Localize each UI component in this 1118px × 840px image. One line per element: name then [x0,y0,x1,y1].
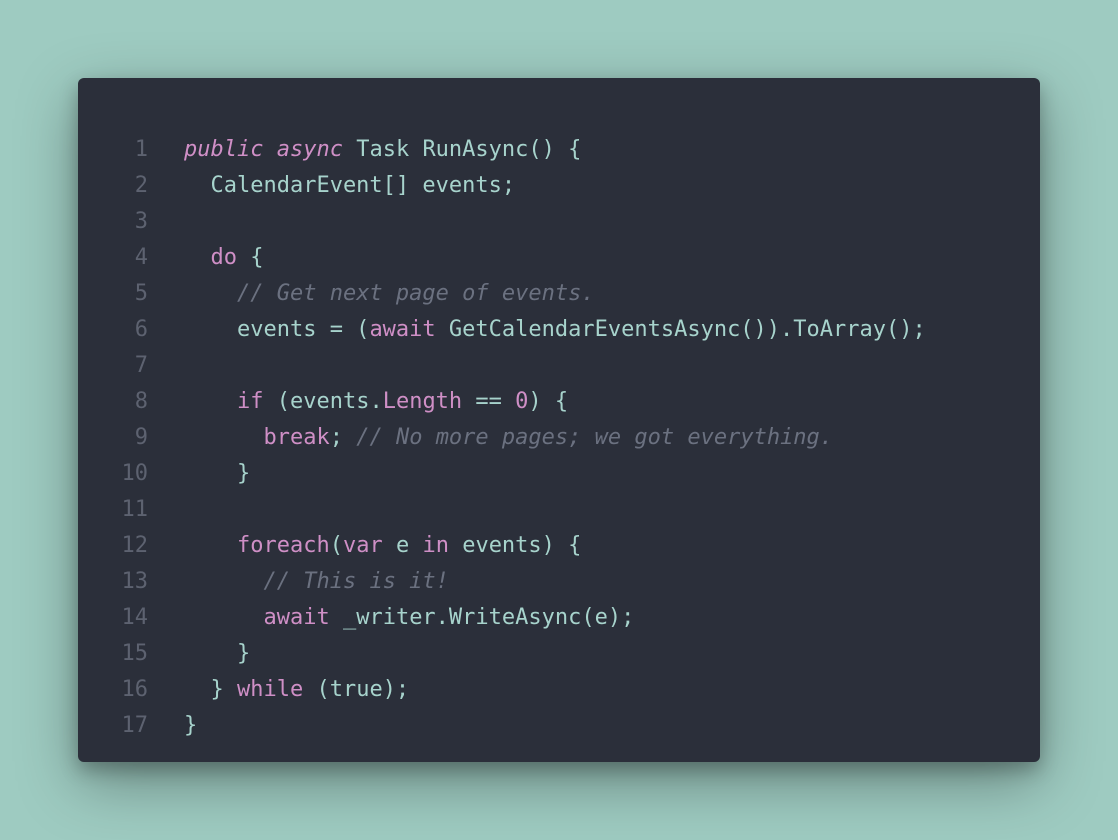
code-line: 7 [78,348,1040,384]
code-line: 4 do { [78,240,1040,276]
line-number: 12 [121,533,149,558]
code-token: // No more pages; we got everything. [356,425,834,450]
code-token: events) { [448,533,582,558]
code-token: } [184,461,251,486]
line-source: } [184,636,250,672]
line-source: foreach(var e in events) { [184,528,581,564]
line-number: 17 [121,713,149,738]
code-token: events = ( [184,317,370,342]
code-token: var [342,533,383,558]
code-token: GetCalendarEventsAsync()).ToArray(); [435,317,926,342]
line-number: 5 [134,281,148,306]
code-line: 12 foreach(var e in events) { [78,528,1040,564]
line-number: 7 [134,353,148,378]
code-token: await [369,317,436,342]
code-token: while [236,677,304,702]
code-token: async [276,137,343,162]
line-number: 3 [134,209,148,234]
line-number: 2 [134,173,148,198]
code-line: 16 } while (true); [78,672,1040,708]
line-number: 6 [134,317,148,342]
code-token: (events. [263,389,383,414]
line-source: events = (await GetCalendarEventsAsync()… [184,312,926,348]
code-line: 11 [78,492,1040,528]
code-token: Length [382,389,463,414]
line-number: 14 [121,605,149,630]
code-token: foreach [236,533,330,558]
code-line: 6 events = (await GetCalendarEventsAsync… [78,312,1040,348]
line-source: break; // No more pages; we got everythi… [184,420,833,456]
code-token: Task RunAsync() { [342,137,582,162]
line-source: if (events.Length == 0) { [184,384,568,420]
code-line: 9 break; // No more pages; we got everyt… [78,420,1040,456]
line-source: do { [184,240,264,276]
code-line: 15 } [78,636,1040,672]
code-token: do [210,245,238,270]
line-number: 13 [121,569,149,594]
line-number: 9 [134,425,148,450]
code-token: if [236,389,264,414]
code-token: public [184,137,264,162]
line-number: 15 [121,641,149,666]
line-source: } [184,708,197,744]
line-source: await _writer.WriteAsync(e); [184,600,634,636]
code-line: 5 // Get next page of events. [78,276,1040,312]
code-token: CalendarEvent[] events; [184,173,516,198]
code-token: } [184,677,237,702]
code-line: 14 await _writer.WriteAsync(e); [78,600,1040,636]
line-source: // Get next page of events. [184,276,595,312]
code-token: // This is it! [263,569,449,594]
code-token: } [184,641,251,666]
code-line: 10 } [78,456,1040,492]
code-window: 1 public async Task RunAsync() {2 Calenda… [78,78,1040,762]
code-token: // Get next page of events. [236,281,595,306]
code-token: break [263,425,330,450]
line-number: 4 [134,245,148,270]
code-token: _writer.WriteAsync(e); [329,605,635,630]
code-token: in [422,533,449,558]
line-number: 11 [121,497,149,522]
code-token: ; [329,425,357,450]
line-source: } while (true); [184,672,409,708]
code-token: e [382,533,423,558]
code-token: } [184,713,198,738]
code-line: 1 public async Task RunAsync() { [78,132,1040,168]
line-source: // This is it! [184,564,449,600]
code-token: { [237,245,264,270]
code-line: 17} [78,708,1040,744]
line-number: 8 [134,389,148,414]
line-number: 1 [134,137,148,162]
code-line: 2 CalendarEvent[] events; [78,168,1040,204]
line-source: public async Task RunAsync() { [184,132,581,168]
code-token: ) { [528,389,569,414]
code-line: 13 // This is it! [78,564,1040,600]
line-number: 16 [121,677,149,702]
code-token: 0 [515,389,529,414]
code-line: 8 if (events.Length == 0) { [78,384,1040,420]
code-token: == [462,389,516,414]
code-token: (true); [303,677,410,702]
line-source: CalendarEvent[] events; [184,168,515,204]
code-line: 3 [78,204,1040,240]
code-token: ( [329,533,343,558]
line-source: } [184,456,250,492]
code-token: await [263,605,330,630]
line-number: 10 [121,461,149,486]
